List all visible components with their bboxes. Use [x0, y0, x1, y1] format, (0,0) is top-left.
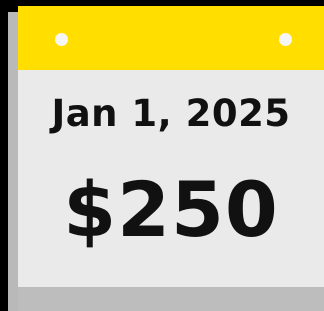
binder-ring-hole-icon — [55, 33, 68, 46]
calendar-illustration: Jan 1, 2025 $250 — [0, 0, 324, 311]
binder-ring-hole-icon — [279, 33, 292, 46]
calendar-bottom-edge — [18, 287, 324, 311]
calendar-header-strip — [18, 6, 324, 70]
calendar-page: Jan 1, 2025 $250 — [18, 6, 324, 311]
payment-amount: $250 — [63, 165, 279, 254]
calendar-date: Jan 1, 2025 — [51, 92, 291, 135]
